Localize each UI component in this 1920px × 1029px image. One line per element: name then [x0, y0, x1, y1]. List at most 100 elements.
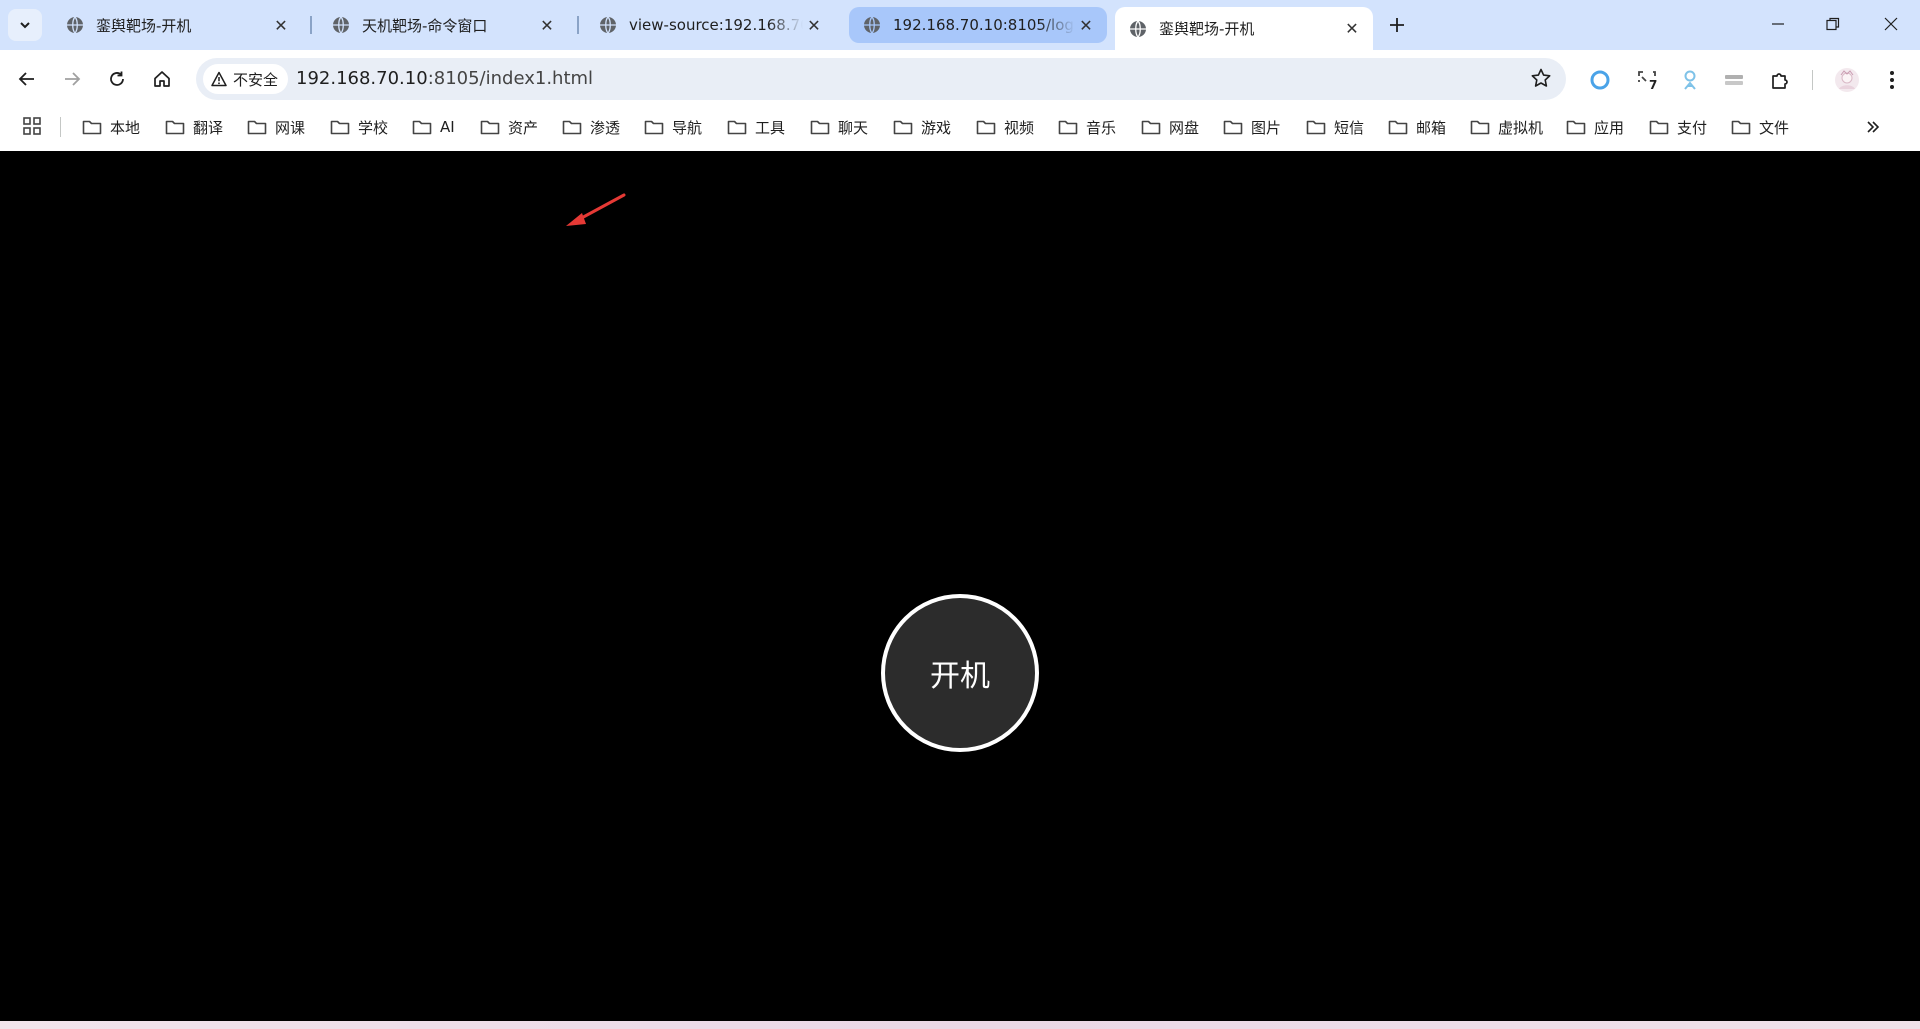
browser-menu-button[interactable]	[1878, 66, 1906, 94]
globe-icon	[600, 16, 616, 34]
folder-icon	[480, 120, 500, 135]
folder-icon	[330, 120, 350, 135]
bookmark-folder[interactable]: 视频	[976, 113, 1034, 141]
bookmark-folder[interactable]: 翻译	[165, 113, 223, 141]
folder-icon	[893, 120, 913, 135]
window-close-button[interactable]	[1871, 9, 1911, 39]
close-icon[interactable]: ✕	[270, 14, 292, 36]
apps-grid-icon[interactable]	[22, 116, 42, 136]
minimize-button[interactable]	[1758, 9, 1798, 39]
bookmark-folder[interactable]: 本地	[82, 113, 140, 141]
power-on-label: 开机	[930, 659, 990, 694]
bookmark-label: 资产	[508, 118, 539, 137]
browser-toolbar: 不安全 192.168.70.10:8105/index1.html 7	[0, 50, 1920, 108]
tab-2[interactable]: 天机靶场-命令窗口 ✕	[318, 7, 568, 43]
tab-3[interactable]: view-source:192.168.70.1 ✕	[585, 7, 835, 43]
bookmark-folder[interactable]: 文件	[1731, 113, 1789, 141]
bookmark-folder[interactable]: 渗透	[562, 113, 620, 141]
bookmark-star-button[interactable]	[1530, 67, 1552, 93]
bookmark-folder[interactable]: 网课	[247, 113, 305, 141]
bookmark-folder[interactable]: AI	[412, 113, 455, 141]
puzzle-icon	[1772, 73, 1788, 89]
extensions-button[interactable]	[1766, 66, 1794, 94]
bookmark-label: 导航	[672, 118, 703, 137]
folder-icon	[1306, 120, 1326, 135]
extension-bars-button[interactable]	[1720, 66, 1748, 94]
folder-icon	[1058, 120, 1078, 135]
address-bar[interactable]: 不安全 192.168.70.10:8105/index1.html	[196, 58, 1566, 100]
folder-icon	[1470, 120, 1490, 135]
url-path: :8105/index1.html	[427, 68, 594, 89]
bookmark-folder[interactable]: 应用	[1566, 113, 1624, 141]
bookmark-label: 渗透	[590, 118, 621, 137]
extension-ring-button[interactable]	[1586, 66, 1614, 94]
extension-translate-button[interactable]	[1676, 66, 1704, 94]
bookmark-folder[interactable]: 游戏	[893, 113, 951, 141]
globe-icon	[67, 16, 83, 34]
folder-icon	[1388, 120, 1408, 135]
power-on-button[interactable]: 开机	[881, 594, 1039, 752]
tab-1[interactable]: 銮舆靶场-开机 ✕	[52, 7, 302, 43]
forward-button[interactable]	[55, 62, 89, 96]
avatar-icon	[1835, 68, 1859, 92]
bookmark-folder[interactable]: 聊天	[810, 113, 868, 141]
folder-icon	[976, 120, 996, 135]
close-icon[interactable]: ✕	[1341, 18, 1363, 40]
folder-icon	[165, 120, 185, 135]
bookmark-label: 应用	[1594, 118, 1625, 137]
extension-screenshot-button[interactable]: 7	[1634, 66, 1662, 94]
url-text[interactable]: 192.168.70.10:8105/index1.html	[296, 68, 593, 89]
bookmark-folder[interactable]: 网盘	[1141, 113, 1199, 141]
bookmark-folder[interactable]: 短信	[1306, 113, 1364, 141]
bookmark-folder[interactable]: 支付	[1649, 113, 1707, 141]
folder-icon	[412, 120, 432, 135]
tab-5-active[interactable]: 銮舆靶场-开机 ✕	[1115, 7, 1373, 50]
bookmark-label: 短信	[1334, 118, 1365, 137]
page-content: 开机	[0, 151, 1920, 1021]
bookmark-folder[interactable]: 工具	[727, 113, 785, 141]
security-indicator[interactable]: 不安全	[203, 64, 289, 94]
bookmark-folder[interactable]: 邮箱	[1388, 113, 1446, 141]
bookmark-folder[interactable]: 音乐	[1058, 113, 1116, 141]
warning-triangle-icon	[211, 71, 227, 87]
minimize-icon	[1772, 23, 1784, 25]
annotation-arrow-icon	[566, 193, 626, 226]
bookmark-label: 翻译	[193, 118, 224, 137]
bookmark-folder[interactable]: 资产	[480, 113, 538, 141]
plus-icon	[1390, 18, 1404, 32]
bookmark-folder[interactable]: 图片	[1223, 113, 1281, 141]
folder-icon	[810, 120, 830, 135]
tab-4[interactable]: 192.168.70.10:8105/login ✕	[849, 7, 1107, 43]
bookmark-folder[interactable]: 学校	[330, 113, 388, 141]
bookmarks-bar: 本地 翻译 网课 学校 AI 资产 渗透 导航 工具 聊天 游戏 视频 音乐 网盘 图片 短信 邮箱 虚拟机 应用 支…	[0, 108, 1920, 151]
translate-icon	[1684, 70, 1696, 90]
profile-avatar-button[interactable]	[1833, 66, 1861, 94]
folder-icon	[644, 120, 664, 135]
bookmark-label: 游戏	[921, 118, 952, 137]
tab-title: 天机靶场-命令窗口	[362, 16, 488, 35]
star-icon	[1531, 68, 1551, 87]
folder-icon	[1649, 120, 1669, 135]
globe-icon	[1130, 20, 1146, 37]
close-icon[interactable]: ✕	[803, 14, 825, 36]
bookmark-folder[interactable]: 导航	[644, 113, 702, 141]
close-icon[interactable]: ✕	[1075, 14, 1097, 36]
globe-icon	[333, 16, 349, 34]
restore-button[interactable]	[1813, 9, 1853, 39]
reload-button[interactable]	[100, 62, 134, 96]
bookmark-label: 图片	[1251, 118, 1282, 137]
back-button[interactable]	[10, 62, 44, 96]
tab-search-button[interactable]	[8, 9, 42, 41]
reload-icon	[110, 71, 124, 86]
close-icon[interactable]: ✕	[536, 14, 558, 36]
folder-icon	[82, 120, 102, 135]
more-bookmarks-button[interactable]	[1860, 114, 1886, 140]
home-button[interactable]	[145, 62, 179, 96]
tab-title: view-source:192.168.70.1	[629, 16, 803, 34]
bookmark-folder[interactable]: 虚拟机	[1470, 113, 1543, 141]
bookmark-label: 聊天	[838, 118, 869, 137]
bookmark-label: 邮箱	[1416, 118, 1447, 137]
bookmarks-separator	[60, 117, 61, 137]
tab-separator	[310, 16, 312, 34]
new-tab-button[interactable]	[1382, 11, 1412, 39]
